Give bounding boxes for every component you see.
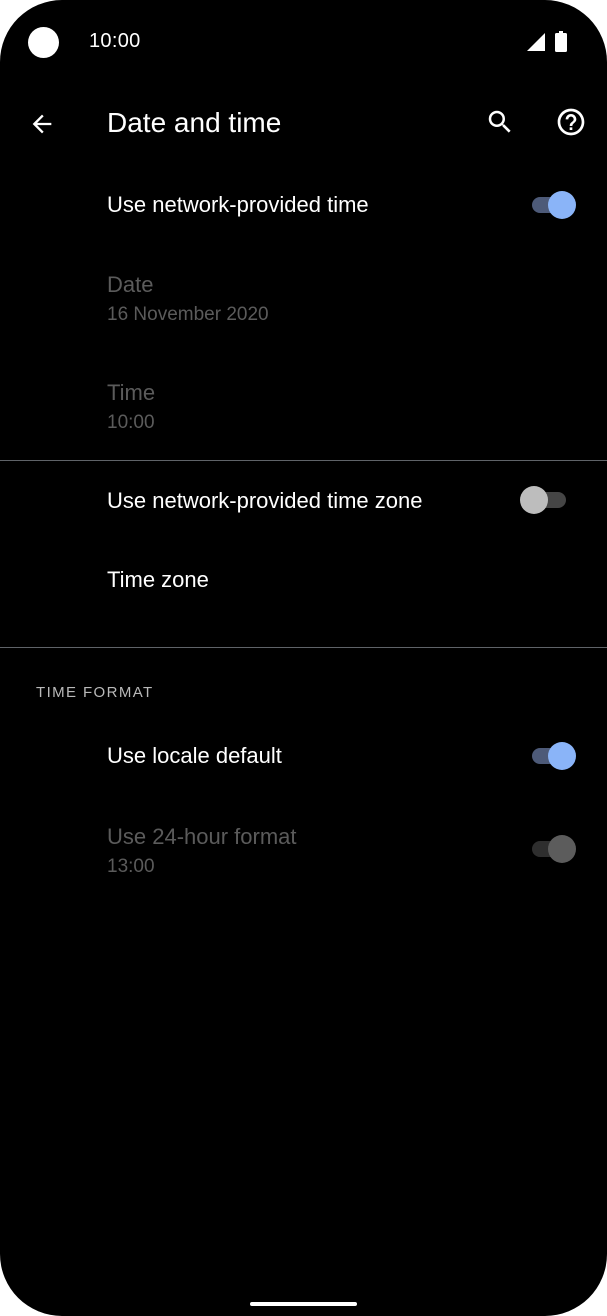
setting-date-value: 16 November 2020 <box>107 304 269 325</box>
setting-network-time[interactable]: Use network-provided time <box>0 165 607 245</box>
battery-icon <box>555 31 567 52</box>
toggle-thumb <box>548 742 576 770</box>
setting-network-time-label: Use network-provided time <box>107 192 369 217</box>
camera-cutout <box>28 27 59 58</box>
arrow-back-icon <box>32 114 52 134</box>
divider <box>0 647 607 648</box>
setting-time: Time 10:00 <box>0 360 607 452</box>
search-button[interactable] <box>480 102 520 142</box>
network-time-toggle[interactable] <box>530 189 578 221</box>
setting-network-time-zone[interactable]: Use network-provided time zone <box>0 461 607 539</box>
signal-icon <box>527 33 545 51</box>
setting-24-hour-format-value: 13:00 <box>107 856 155 877</box>
setting-time-value: 10:00 <box>107 412 155 433</box>
home-indicator[interactable] <box>250 1302 357 1306</box>
help-button[interactable] <box>551 102 591 142</box>
toggle-thumb <box>520 486 548 514</box>
network-time-zone-toggle[interactable] <box>520 484 568 516</box>
locale-default-toggle[interactable] <box>530 740 578 772</box>
setting-date: Date 16 November 2020 <box>0 252 607 344</box>
section-header-time-format: TIME FORMAT <box>36 684 154 701</box>
page-title: Date and time <box>107 107 282 138</box>
setting-locale-default[interactable]: Use locale default <box>0 716 607 796</box>
setting-locale-default-label: Use locale default <box>107 743 282 768</box>
toggle-thumb <box>548 191 576 219</box>
setting-time-zone[interactable]: Time zone <box>0 540 607 620</box>
help-icon <box>557 108 585 136</box>
setting-date-label: Date <box>107 272 154 297</box>
setting-24-hour-format-label: Use 24-hour format <box>107 824 297 849</box>
24-hour-format-toggle <box>530 833 578 865</box>
status-time: 10:00 <box>89 30 141 52</box>
phone-screen: 10:00 Date and time Use network-provided… <box>0 0 607 1316</box>
search-icon <box>488 110 511 133</box>
setting-time-zone-label: Time zone <box>107 567 209 592</box>
setting-time-label: Time <box>107 380 156 405</box>
toggle-thumb <box>548 835 576 863</box>
setting-network-time-zone-label: Use network-provided time zone <box>107 488 423 513</box>
back-button[interactable] <box>22 104 62 144</box>
setting-24-hour-format: Use 24-hour format 13:00 <box>0 804 607 896</box>
